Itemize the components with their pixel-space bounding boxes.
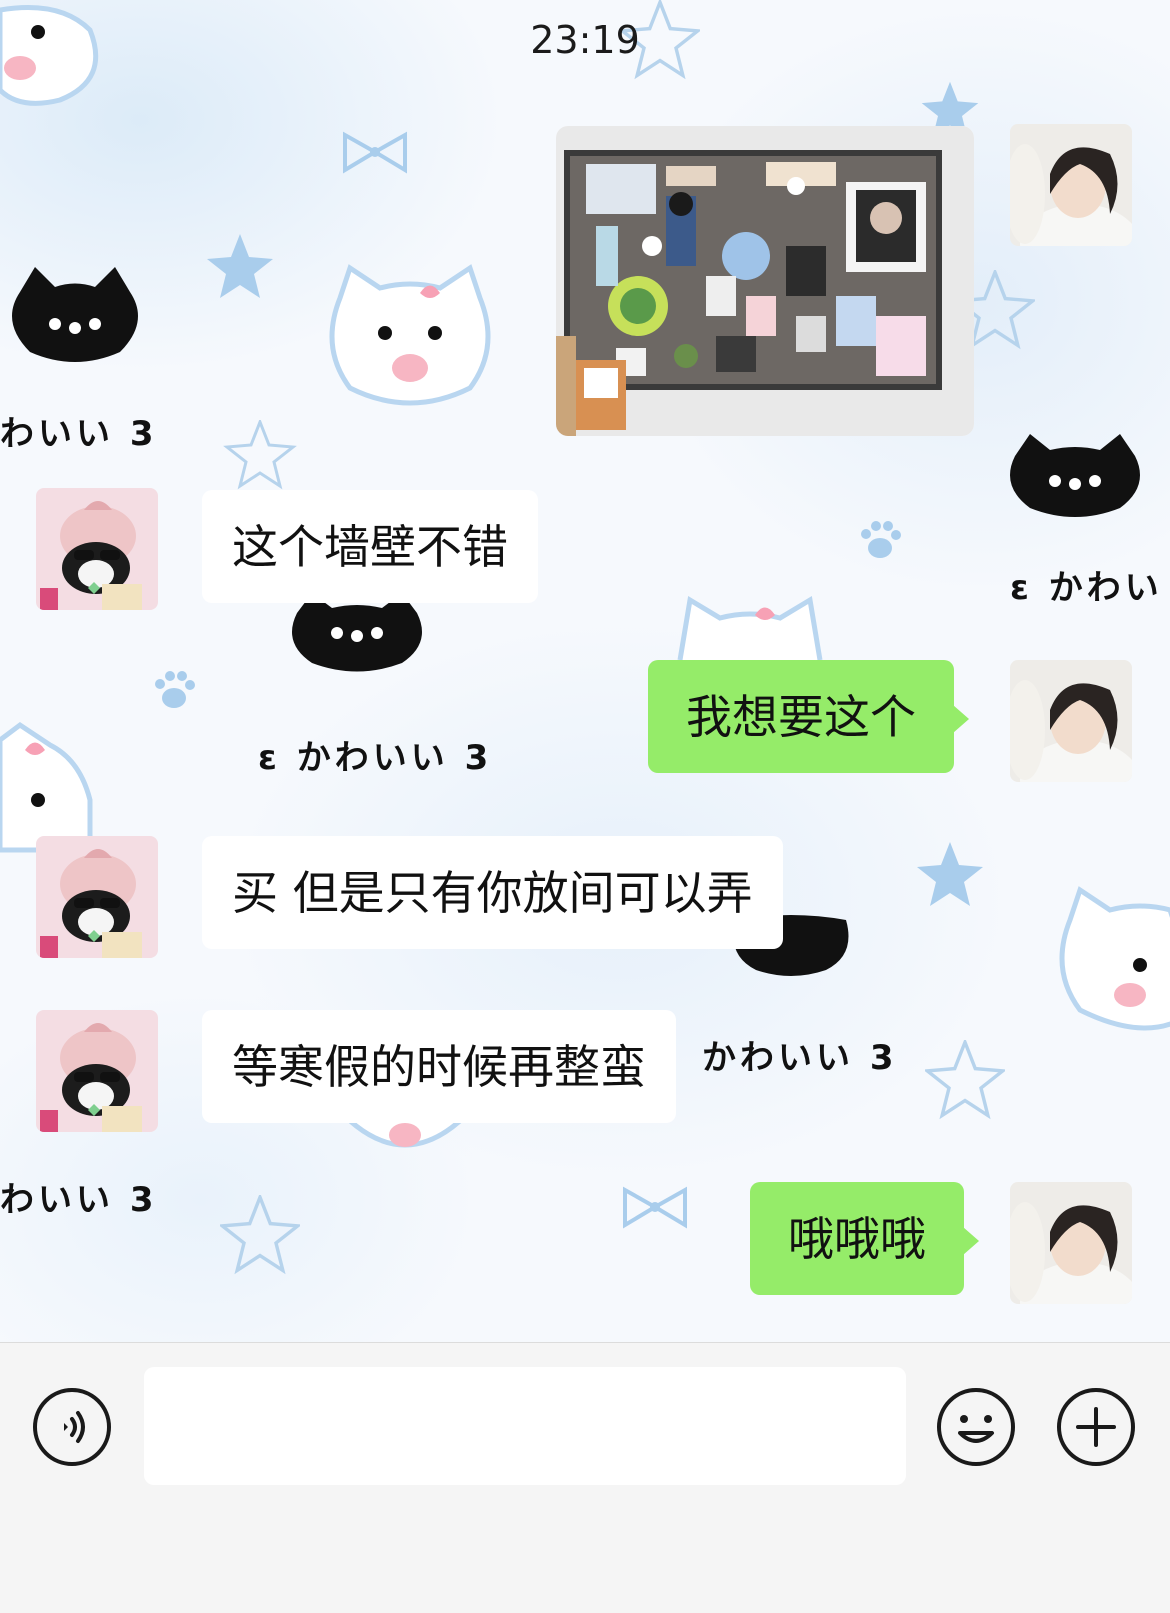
friend-avatar[interactable]: [36, 488, 158, 610]
white-cat-sticker: [677, 595, 823, 661]
friend-avatar[interactable]: [36, 836, 158, 958]
cat-avatar-icon: [36, 488, 158, 610]
black-cat-sticker: [1010, 434, 1140, 517]
emoji-icon: [937, 1388, 1015, 1466]
my-avatar[interactable]: [1010, 1182, 1132, 1304]
white-cat-sticker: [1059, 886, 1170, 1031]
black-cat-sticker: [12, 267, 138, 362]
avatar-photo-icon: [1010, 124, 1132, 246]
bow-sticker: [623, 1186, 687, 1229]
message-bubble-outgoing[interactable]: 我想要这个: [648, 660, 969, 774]
voice-icon: [33, 1388, 111, 1466]
paw-sticker: [861, 521, 901, 558]
white-cat-sticker: [329, 264, 491, 406]
message-bubble-incoming[interactable]: 买 但是只有你放间可以弄: [202, 836, 783, 950]
photo-board-image: [556, 126, 974, 436]
avatar-photo-icon: [1010, 1182, 1132, 1304]
message-input[interactable]: [144, 1367, 906, 1485]
sticker-text: ɛ かわい: [1010, 568, 1163, 608]
my-avatar[interactable]: [1010, 124, 1132, 246]
sticker-text: わいい 3: [0, 414, 158, 454]
cat-avatar-icon: [36, 1010, 158, 1132]
sticker-text: かわいい 3: [702, 1038, 898, 1078]
plus-icon: [1057, 1388, 1135, 1466]
star-outline-sticker: [925, 1040, 1005, 1120]
star-sticker: [917, 842, 983, 906]
my-avatar[interactable]: [1010, 660, 1132, 782]
bow-sticker: [343, 131, 407, 174]
voice-button[interactable]: [32, 1387, 112, 1467]
status-time: 23:19: [530, 18, 640, 62]
paw-sticker: [155, 671, 195, 708]
cat-avatar-icon: [36, 836, 158, 958]
star-sticker: [207, 234, 273, 298]
image-message[interactable]: [556, 126, 974, 436]
emoji-button[interactable]: [936, 1387, 1016, 1467]
avatar-photo-icon: [1010, 660, 1132, 782]
sticker-text: ɛ かわいい 3: [258, 738, 493, 778]
star-outline-sticker: [220, 1195, 300, 1275]
friend-avatar[interactable]: [36, 1010, 158, 1132]
message-bubble-outgoing[interactable]: 哦哦哦: [750, 1182, 979, 1296]
sticker-text: わいい 3: [0, 1180, 158, 1220]
message-bubble-incoming[interactable]: 这个墙壁不错: [202, 490, 538, 604]
message-bubble-incoming[interactable]: 等寒假的时候再整蛮: [202, 1010, 676, 1124]
plus-button[interactable]: [1056, 1387, 1136, 1467]
star-outline-sticker: [223, 420, 297, 490]
input-bar: [0, 1342, 1170, 1613]
